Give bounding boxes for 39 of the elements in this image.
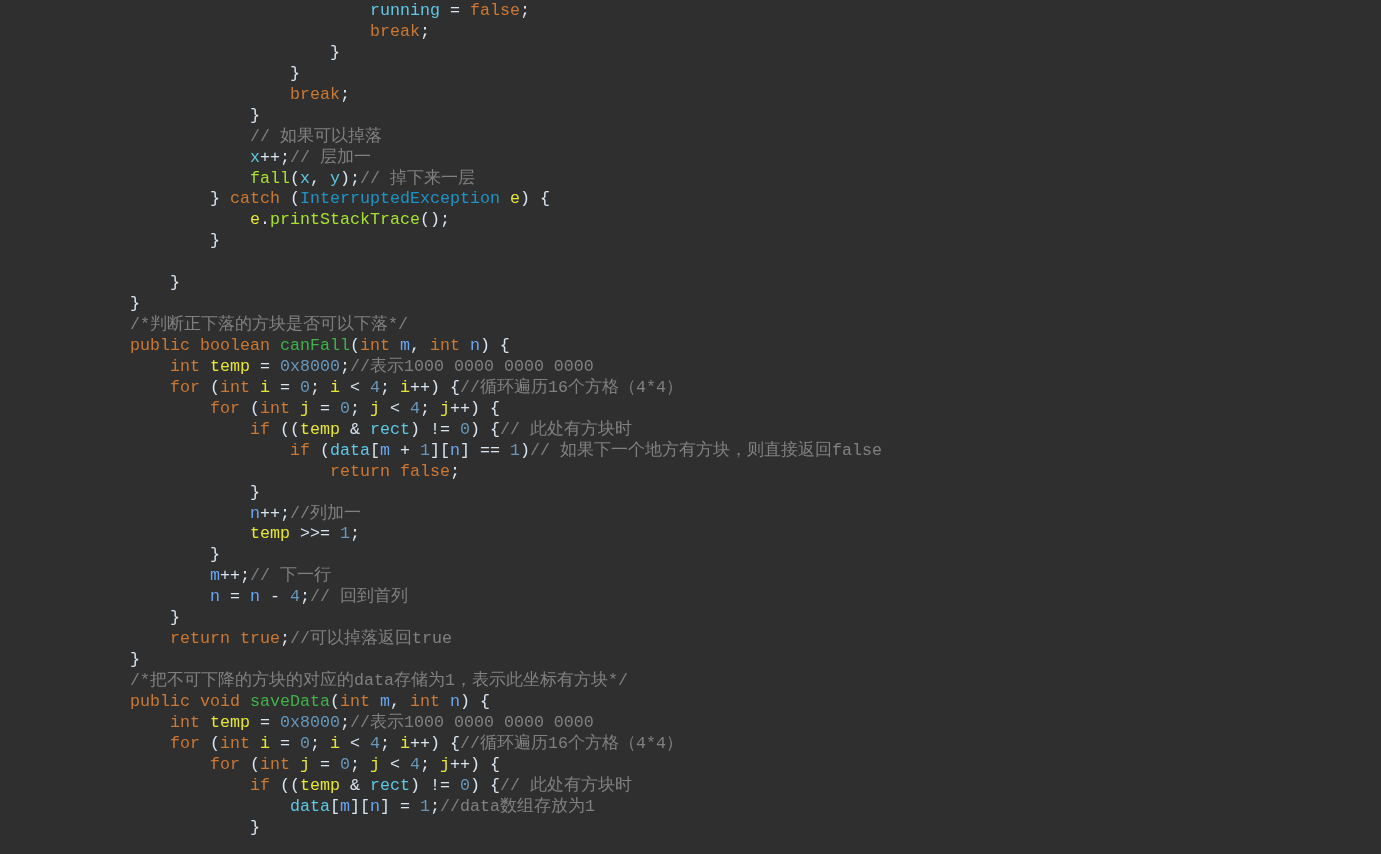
code-line: for (int i = 0; i < 4; i++) {//循环遍历16个方格（4*4） [170, 733, 683, 755]
code-line: public void saveData(int m, int n) { [130, 691, 490, 713]
code-line: } catch (InterruptedException e) { [210, 189, 550, 211]
code-line: } [210, 545, 220, 567]
code-line: for (int j = 0; j < 4; j++) { [210, 398, 500, 420]
code-line: data[m][n] = 1;//data数组存放为1 [290, 796, 595, 818]
code-line: int temp = 0x8000;//表示1000 0000 0000 0000 [170, 712, 594, 733]
code-line: } [170, 608, 180, 630]
code-line: } [130, 294, 140, 316]
code-line: break; [370, 21, 430, 43]
code-line: } [330, 42, 340, 64]
code-line: if (data[m + 1][n] == 1)// 如果下一个地方有方块，则直接返回false [290, 440, 882, 462]
code-line: running = false; [370, 1, 530, 22]
code-line: } [210, 231, 220, 253]
code-line: // 如果可以掉落 [250, 126, 382, 148]
code-line: for (int i = 0; i < 4; i++) {//循环遍历16个方格（4*4） [170, 377, 683, 399]
code-line: e.printStackTrace(); [250, 210, 450, 232]
code-line: return true;//可以掉落返回true [170, 629, 452, 651]
code-line: x++;// 层加一 [250, 147, 371, 169]
code-line: for (int j = 0; j < 4; j++) { [210, 754, 500, 776]
code-line: } [130, 650, 140, 671]
code-line: /*判断正下落的方块是否可以下落*/ [130, 315, 408, 336]
code-line: return false; [330, 461, 460, 483]
code-line: fall(x, y);// 掉下来一层 [250, 168, 475, 190]
code-line: /*把不可下降的方块的对应的data存储为1，表示此坐标有方块*/ [130, 671, 628, 692]
code-line: break; [290, 84, 350, 106]
code-line: } [290, 63, 300, 85]
code-line: temp >>= 1; [250, 524, 360, 546]
code-line: } [250, 482, 260, 504]
code-line: } [170, 273, 180, 295]
code-line: n++;//列加一 [250, 503, 361, 525]
code-line: public boolean canFall(int m, int n) { [130, 336, 510, 357]
code-line: } [250, 817, 260, 839]
code-line: int temp = 0x8000;//表示1000 0000 0000 0000 [170, 356, 594, 377]
code-line: m++;// 下一行 [210, 566, 331, 588]
code-line: n = n - 4;// 回到首列 [210, 587, 408, 609]
code-line: if ((temp & rect) != 0) {// 此处有方块时 [250, 775, 632, 797]
code-line: } [250, 105, 260, 127]
code-line: if ((temp & rect) != 0) {// 此处有方块时 [250, 419, 632, 441]
